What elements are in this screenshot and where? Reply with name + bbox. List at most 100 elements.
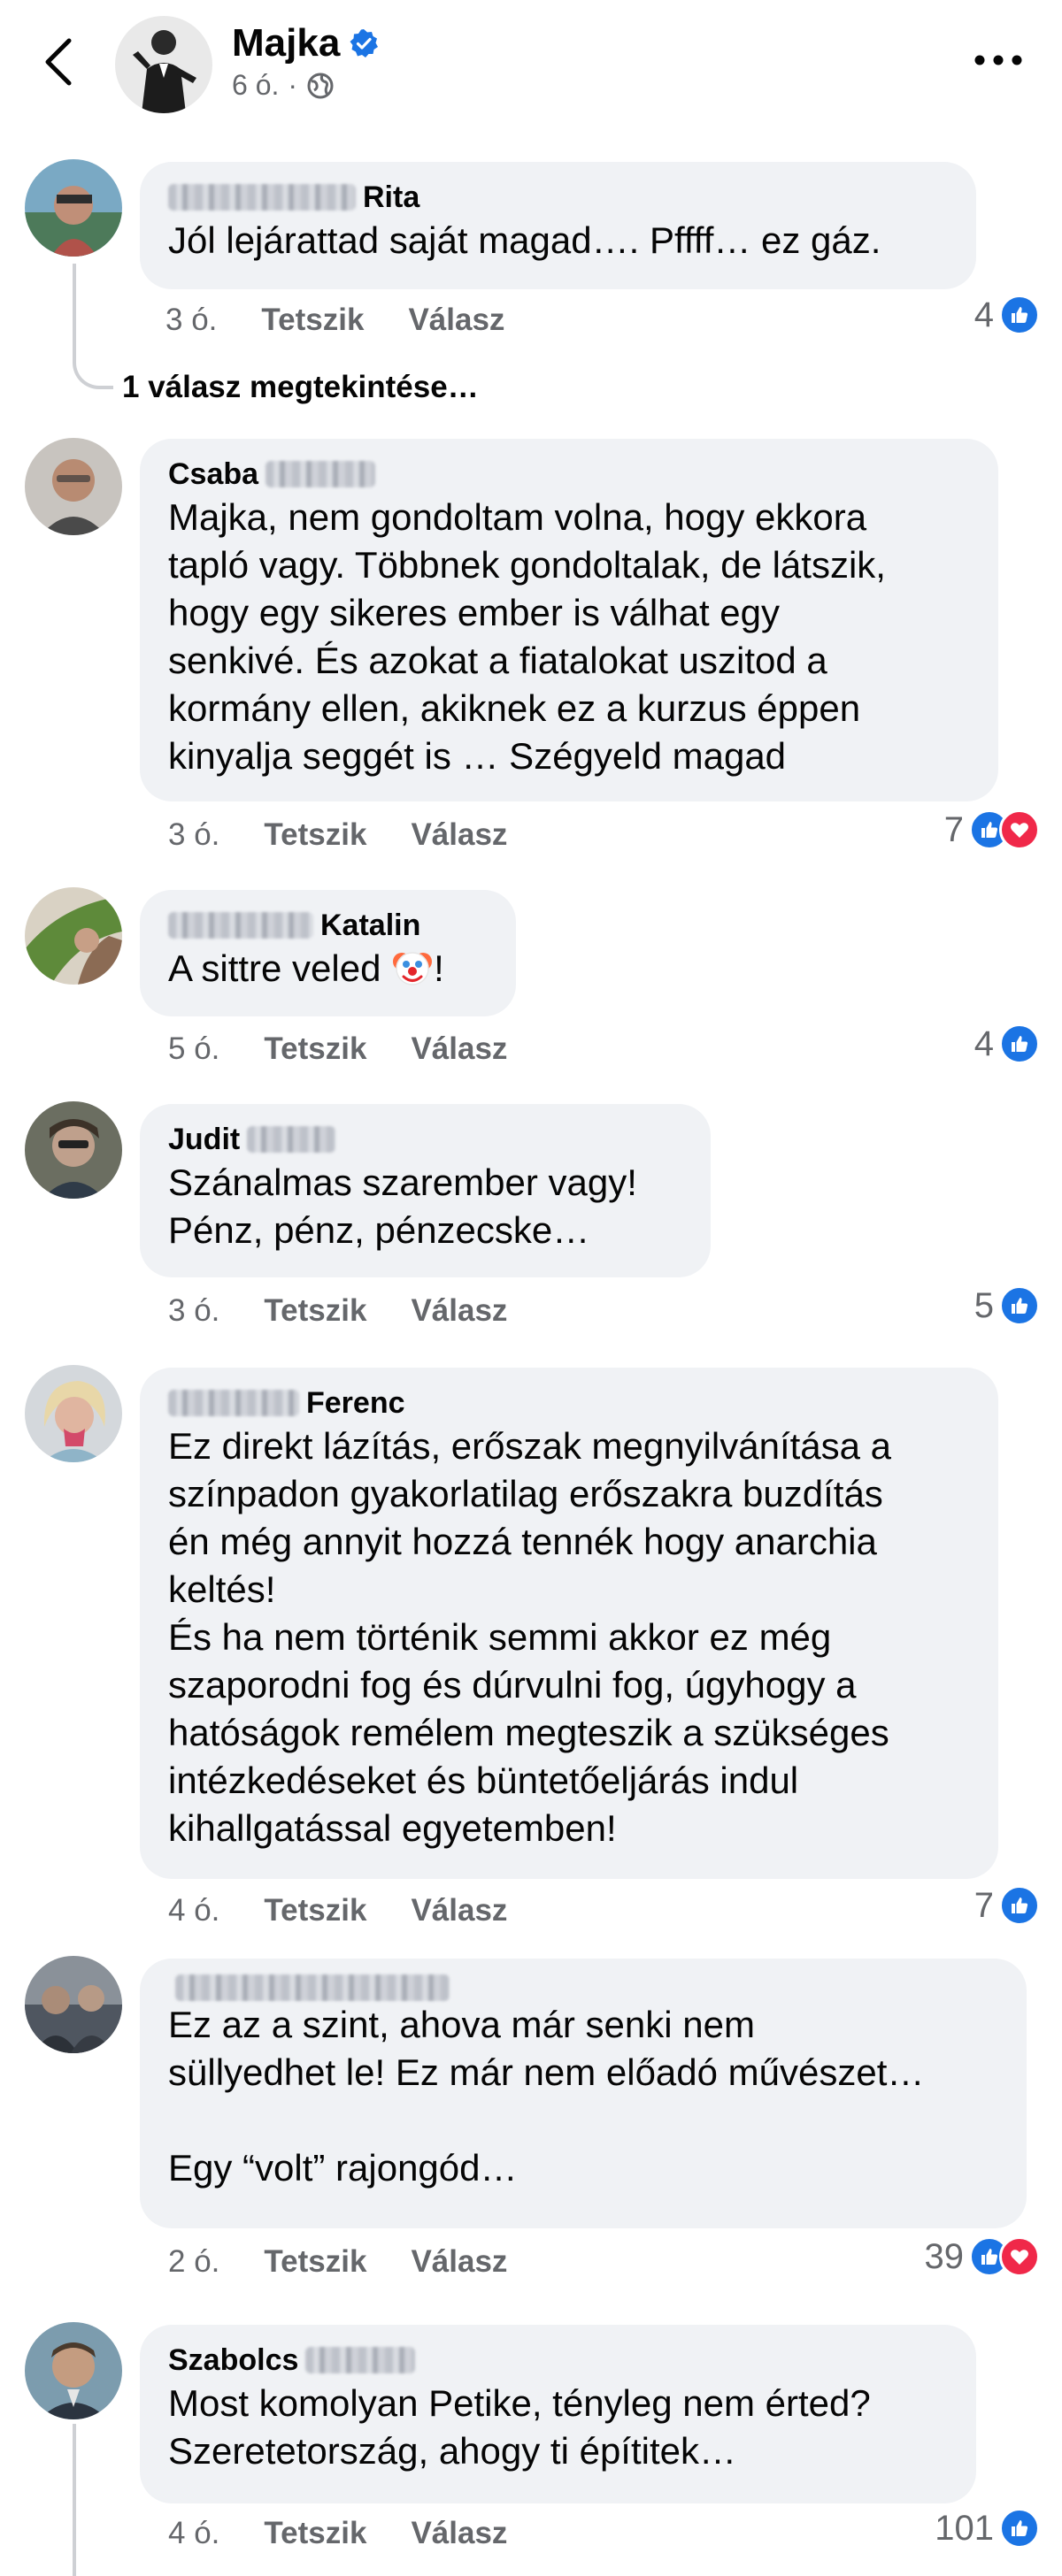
like-button[interactable]: Tetszik — [264, 1031, 366, 1067]
reply-button[interactable]: Válasz — [411, 1031, 507, 1067]
comment-actions: 5 ó. Tetszik Válasz — [168, 1031, 507, 1067]
like-button[interactable]: Tetszik — [264, 2516, 366, 2551]
avatar[interactable] — [25, 887, 122, 985]
reply-button[interactable]: Válasz — [411, 817, 507, 853]
love-reaction-icon — [999, 809, 1040, 850]
avatar[interactable] — [25, 1365, 122, 1462]
comment-bubble: Katalin A sittre veled ! — [140, 890, 516, 1016]
page-title[interactable]: Majka — [232, 21, 379, 65]
comment-bubble: Rita Jól lejárattad saját magad…. Pffff…… — [140, 162, 976, 289]
comment-text: Szánalmas szarember vagy! Pénz, pénz, pé… — [168, 1162, 637, 1251]
comment-text: Ez az a szint, ahova már senki nem sülly… — [168, 2004, 925, 2189]
comment-actions: 3 ó. Tetszik Válasz — [168, 817, 507, 853]
avatar[interactable] — [25, 1956, 122, 2053]
avatar[interactable] — [25, 2322, 122, 2419]
author-name[interactable]: Ferenc — [306, 1384, 405, 1422]
comment-age[interactable]: 2 ó. — [168, 2244, 219, 2280]
avatar[interactable] — [25, 159, 122, 257]
comment-author[interactable]: Ferenc — [168, 1384, 970, 1422]
comment-author[interactable]: Rita — [168, 178, 948, 217]
comment-actions: 3 ó. Tetszik Válasz — [168, 1293, 507, 1329]
comment-actions: 4 ó. Tetszik Válasz — [168, 2516, 507, 2551]
comment-age[interactable]: 3 ó. — [168, 817, 219, 853]
reaction-summary[interactable]: 5 — [974, 1285, 1040, 1326]
comment-text: Most komolyan Petike, tényleg nem érted?… — [168, 2382, 871, 2472]
reaction-count: 4 — [974, 295, 994, 334]
reaction-count: 7 — [943, 809, 964, 849]
comment-author[interactable] — [168, 1974, 998, 2001]
reaction-count: 5 — [974, 1285, 994, 1325]
reply-button[interactable]: Válasz — [411, 1293, 507, 1329]
comment-bubble: Csaba Majka, nem gondoltam volna, hogy e… — [140, 439, 998, 801]
like-button[interactable]: Tetszik — [264, 1293, 366, 1329]
thread-line — [73, 2424, 76, 2576]
love-reaction-icon — [999, 2236, 1040, 2277]
reply-button[interactable]: Válasz — [411, 2516, 507, 2551]
post-time[interactable]: 6 ó. — [232, 69, 279, 102]
reaction-summary[interactable]: 4 — [974, 1024, 1040, 1064]
author-name[interactable]: Katalin — [320, 906, 420, 945]
author-name[interactable]: Rita — [363, 178, 419, 217]
like-reaction-icon — [999, 1285, 1040, 1326]
comment-text-suffix: ! — [434, 947, 444, 989]
comment-actions: 3 ó. Tetszik Válasz — [165, 303, 504, 338]
like-reaction-icon — [999, 1885, 1040, 1926]
comment-text: Majka, nem gondoltam volna, hogy ekkora … — [168, 496, 886, 777]
author-name[interactable]: Judit — [168, 1120, 240, 1159]
reply-button[interactable]: Válasz — [411, 2244, 507, 2280]
comment-author[interactable]: Szabolcs — [168, 2341, 948, 2380]
blurred-name — [168, 912, 313, 939]
avatar[interactable] — [25, 1101, 122, 1199]
meta-separator: · — [288, 69, 298, 101]
reaction-summary[interactable]: 7 — [974, 1885, 1040, 1926]
blurred-name — [305, 2347, 416, 2373]
comment-age[interactable]: 5 ó. — [168, 1031, 219, 1067]
comment-author[interactable]: Katalin — [168, 906, 488, 945]
back-button[interactable] — [35, 35, 80, 88]
comment-text: Ez direkt lázítás, erőszak megnyilvánítá… — [168, 1425, 892, 1849]
like-reaction-icon — [999, 1024, 1040, 1064]
like-reaction-icon — [999, 2508, 1040, 2549]
reaction-count: 101 — [935, 2508, 994, 2548]
view-replies-link[interactable]: 1 válasz megtekintése… — [122, 370, 479, 405]
reaction-summary[interactable]: 39 — [924, 2236, 1040, 2277]
comment-bubble: Szabolcs Most komolyan Petike, tényleg n… — [140, 2325, 976, 2503]
author-name[interactable]: Csaba — [168, 455, 258, 494]
thread-connector — [73, 350, 113, 389]
reaction-count: 39 — [924, 2236, 965, 2276]
page-avatar[interactable] — [115, 16, 212, 113]
comment-bubble: Ez az a szint, ahova már senki nem sülly… — [140, 1959, 1027, 2228]
blurred-name — [168, 1390, 299, 1416]
author-name[interactable]: Szabolcs — [168, 2341, 298, 2380]
page-name[interactable]: Majka — [232, 21, 340, 65]
reply-button[interactable]: Válasz — [408, 303, 504, 338]
blurred-name — [247, 1126, 336, 1153]
reaction-summary[interactable]: 7 — [944, 809, 1040, 850]
like-button[interactable]: Tetszik — [264, 817, 366, 853]
avatar[interactable] — [25, 438, 122, 535]
comment-age[interactable]: 3 ó. — [168, 1293, 219, 1329]
comment-author[interactable]: Judit — [168, 1120, 682, 1159]
comment-actions: 4 ó. Tetszik Válasz — [168, 1893, 507, 1928]
like-button[interactable]: Tetszik — [264, 1893, 366, 1928]
like-reaction-icon — [999, 295, 1040, 335]
comment-age[interactable]: 4 ó. — [168, 2516, 219, 2551]
reaction-count: 4 — [974, 1024, 994, 1063]
blurred-name — [175, 1974, 450, 2001]
comment-bubble: Ferenc Ez direkt lázítás, erőszak megnyi… — [140, 1368, 998, 1879]
comment-author[interactable]: Csaba — [168, 455, 970, 494]
more-options-button[interactable] — [972, 42, 1025, 78]
reaction-summary[interactable]: 101 — [935, 2508, 1040, 2549]
comment-age[interactable]: 3 ó. — [165, 303, 217, 338]
blurred-name — [168, 184, 356, 211]
verified-badge-icon — [350, 29, 379, 58]
reaction-summary[interactable]: 4 — [974, 295, 1040, 335]
comment-age[interactable]: 4 ó. — [168, 1893, 219, 1928]
comment-text: A sittre veled ! — [168, 945, 488, 1000]
like-button[interactable]: Tetszik — [264, 2244, 366, 2280]
chevron-left-icon — [45, 38, 72, 86]
comment-text: Jól lejárattad saját magad…. Pffff… ez g… — [168, 219, 881, 261]
reply-button[interactable]: Válasz — [411, 1893, 507, 1928]
like-button[interactable]: Tetszik — [261, 303, 364, 338]
globe-icon — [307, 73, 334, 98]
